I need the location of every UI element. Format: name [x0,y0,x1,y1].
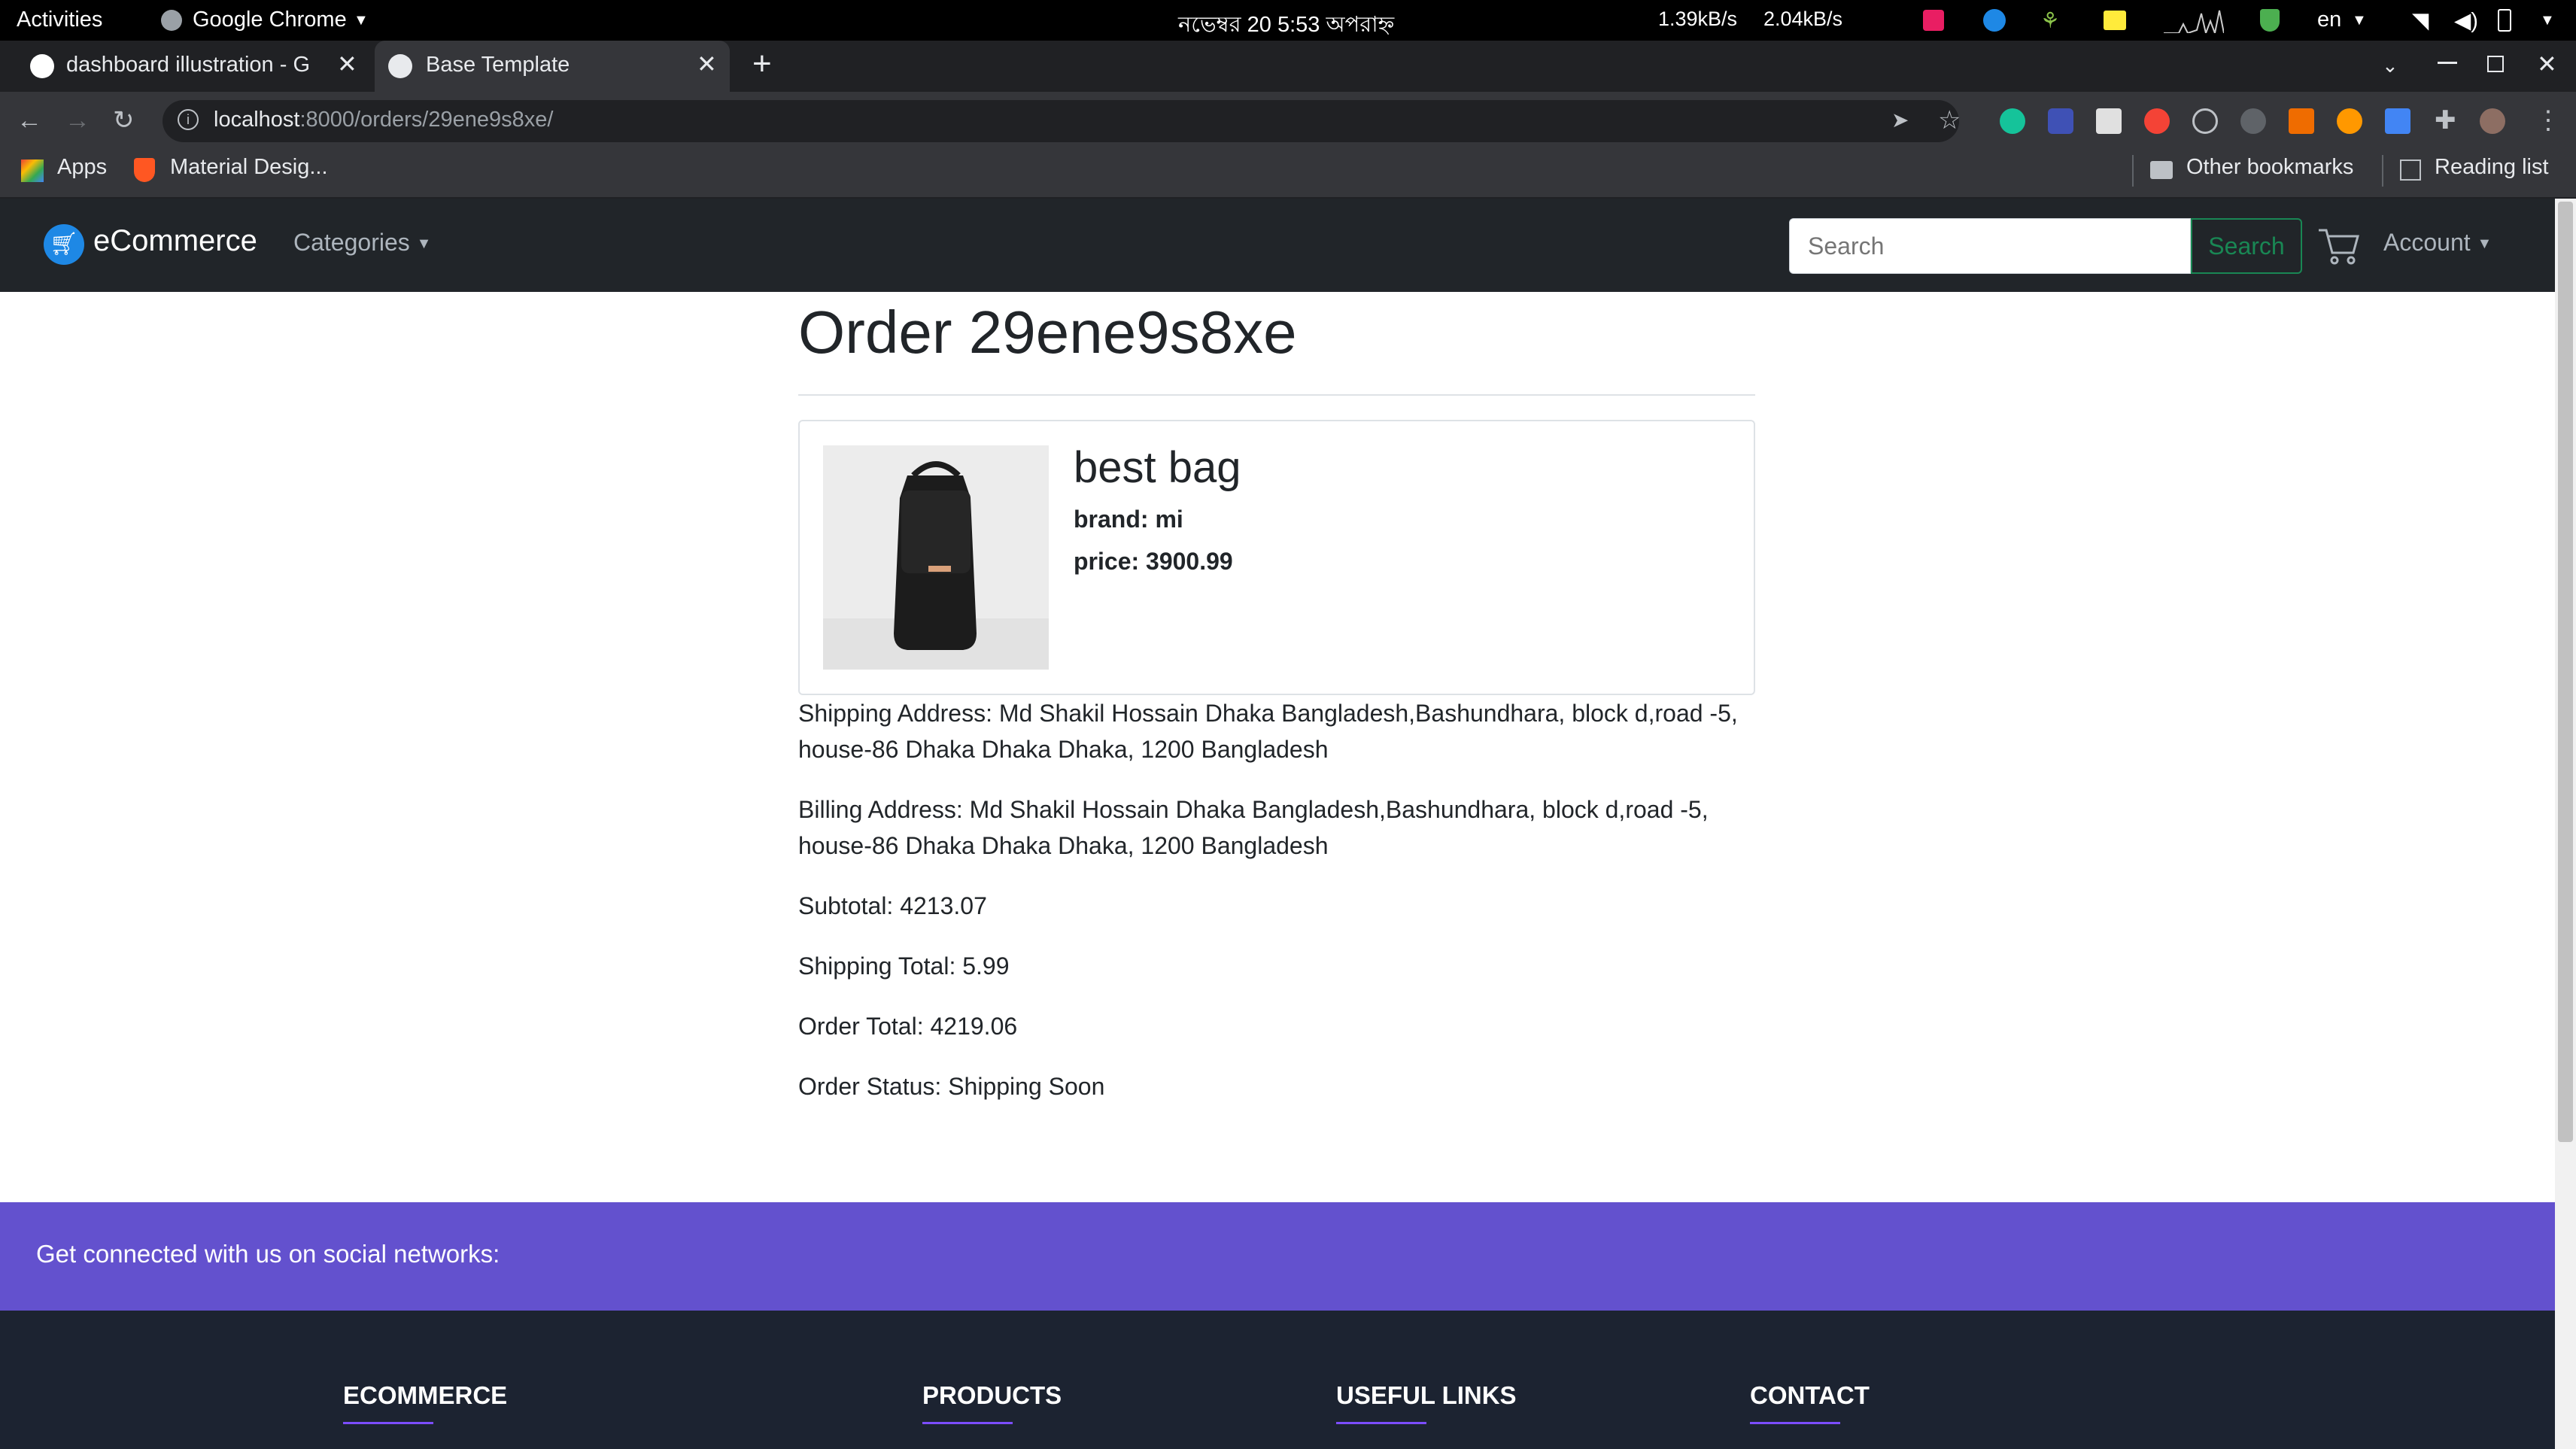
tab-dashboard[interactable]: dashboard illustration - G ✕ [18,41,364,92]
close-icon[interactable]: ✕ [697,50,717,78]
url-text[interactable]: localhost:8000/orders/29ene9s8xe/ [214,108,553,132]
page-title: Order 29ene9s8xe [798,299,1297,366]
caret-down-icon: ▼ [2477,235,2492,253]
grammarly-icon[interactable] [2000,108,2025,134]
heading-underline [1336,1422,1426,1424]
categories-label: Categories [293,229,410,256]
shipping-total: Shipping Total: 5.99 [798,952,1010,980]
notes-icon[interactable] [2104,11,2126,30]
footer-heading-products: PRODUCTS [922,1381,1062,1409]
battery-icon[interactable] [2498,9,2511,32]
new-tab-button[interactable]: + [752,45,772,83]
account-label: Account [2383,229,2471,256]
product-brand: brand: mi [1074,506,1183,533]
bookmark-other[interactable]: Other bookmarks [2186,155,2353,180]
language-indicator[interactable]: en [2317,8,2341,32]
order-total: Order Total: 4219.06 [798,1013,1018,1040]
net-up-speed: 2.04kB/s [1763,8,1843,30]
cart-logo-icon[interactable]: 🛒︎ [44,224,84,265]
product-name: best bag [1074,443,1241,492]
teamviewer-icon[interactable] [1983,9,2006,32]
footer-heading-contact: CONTACT [1750,1381,1870,1409]
reload-icon[interactable]: ↻ [113,105,135,135]
shield-icon[interactable] [2260,9,2280,32]
activities-button[interactable]: Activities [17,8,102,32]
heading-underline [343,1422,433,1424]
heading-underline [922,1422,1013,1424]
tab-base-template[interactable]: Base Template ✕ [375,41,730,92]
translate-icon[interactable] [2385,108,2410,134]
reading-list-icon [2400,159,2421,181]
more-icon[interactable]: ⋮ [2535,105,2561,135]
tray-network-tool-icon[interactable]: ⚘ [2040,8,2060,34]
info-icon[interactable]: i [178,109,199,130]
adblock-icon[interactable] [2144,108,2170,134]
product-price: price: 3900.99 [1074,548,1233,575]
bookmarks-divider [2132,155,2134,187]
chrome-app-icon [161,10,182,31]
material-favicon-icon [134,158,155,182]
bookmark-apps[interactable]: Apps [57,155,107,180]
apps-grid-icon [21,159,44,182]
order-status: Order Status: Shipping Soon [798,1073,1105,1100]
clock[interactable]: নভেম্বর 20 5:53 অপরাহ্ন [1178,8,1394,44]
close-icon[interactable]: ✕ [337,50,357,78]
title-divider [798,394,1755,396]
search-input[interactable] [1789,218,2191,274]
star-icon[interactable]: ☆ [1938,105,1961,135]
brand-link[interactable]: eCommerce [93,224,257,258]
tab-title: Base Template [426,53,570,77]
react-icon[interactable] [2192,108,2218,134]
heading-underline [1750,1422,1840,1424]
subtotal: Subtotal: 4213.07 [798,892,987,919]
search-button[interactable]: Search [2191,218,2302,274]
globe-icon [388,54,412,78]
send-icon[interactable]: ➤ [1891,105,1909,135]
social-text: Get connected with us on social networks… [36,1240,500,1268]
caret-down-icon: ▼ [416,235,432,253]
footer-heading-ecommerce: ECOMMERCE [343,1381,508,1409]
account-dropdown[interactable]: Account ▼ [2383,229,2492,257]
product-image[interactable] [823,445,1049,670]
system-top-bar: Activities Google Chrome ▼ নভেম্বর 20 5:… [0,0,2576,41]
tab-strip: dashboard illustration - G ✕ Base Templa… [0,41,2576,92]
wifi-icon[interactable]: ◥ [2412,8,2429,34]
billing-address: Billing Address: Md Shakil Hossain Dhaka… [798,796,1709,859]
extension-icon[interactable] [2240,108,2266,134]
back-icon[interactable]: ← [17,105,42,135]
extension-icon[interactable] [2048,108,2073,134]
net-down-speed: 1.39kB/s [1658,8,1738,30]
footer [0,1311,2555,1449]
forward-icon: → [65,106,90,135]
puzzle-icon[interactable]: ✚ [2435,105,2456,135]
cart-icon[interactable] [2316,223,2361,268]
google-favicon-icon [30,54,54,78]
bookmark-material-design[interactable]: Material Desig... [170,155,328,180]
bookmarks-divider [2382,155,2383,187]
folder-icon [2150,161,2173,179]
extension-icon[interactable] [2289,108,2314,134]
url-host: localhost [214,108,300,132]
extension-icon[interactable] [2096,108,2122,134]
window-close-icon[interactable]: ✕ [2537,50,2557,78]
tab-title: dashboard illustration - G [66,53,310,77]
url-path: :8000/orders/29ene9s8xe/ [299,108,554,132]
extension-icon[interactable] [2337,108,2362,134]
reading-list[interactable]: Reading list [2435,155,2549,180]
chevron-down-icon: ▼ [2352,12,2367,29]
restore-icon[interactable] [2487,56,2504,72]
volume-icon[interactable]: ◀) [2454,8,2478,34]
app-menu[interactable]: Google Chrome [193,8,347,32]
chevron-down-icon: ▼ [2540,12,2555,29]
categories-dropdown[interactable]: Categories ▼ [293,229,431,257]
minimize-icon[interactable] [2438,62,2457,64]
scrollbar-thumb[interactable] [2558,202,2573,1142]
tray-app-icon[interactable] [1923,10,1944,31]
tab-search-icon[interactable]: ⌄ [2382,54,2398,77]
footer-heading-useful-links: USEFUL LINKS [1336,1381,1517,1409]
chevron-down-icon: ▼ [354,12,369,29]
profile-avatar[interactable] [2480,108,2505,134]
shipping-address: Shipping Address: Md Shakil Hossain Dhak… [798,700,1738,763]
system-monitor-graph-icon[interactable] [2164,8,2224,33]
